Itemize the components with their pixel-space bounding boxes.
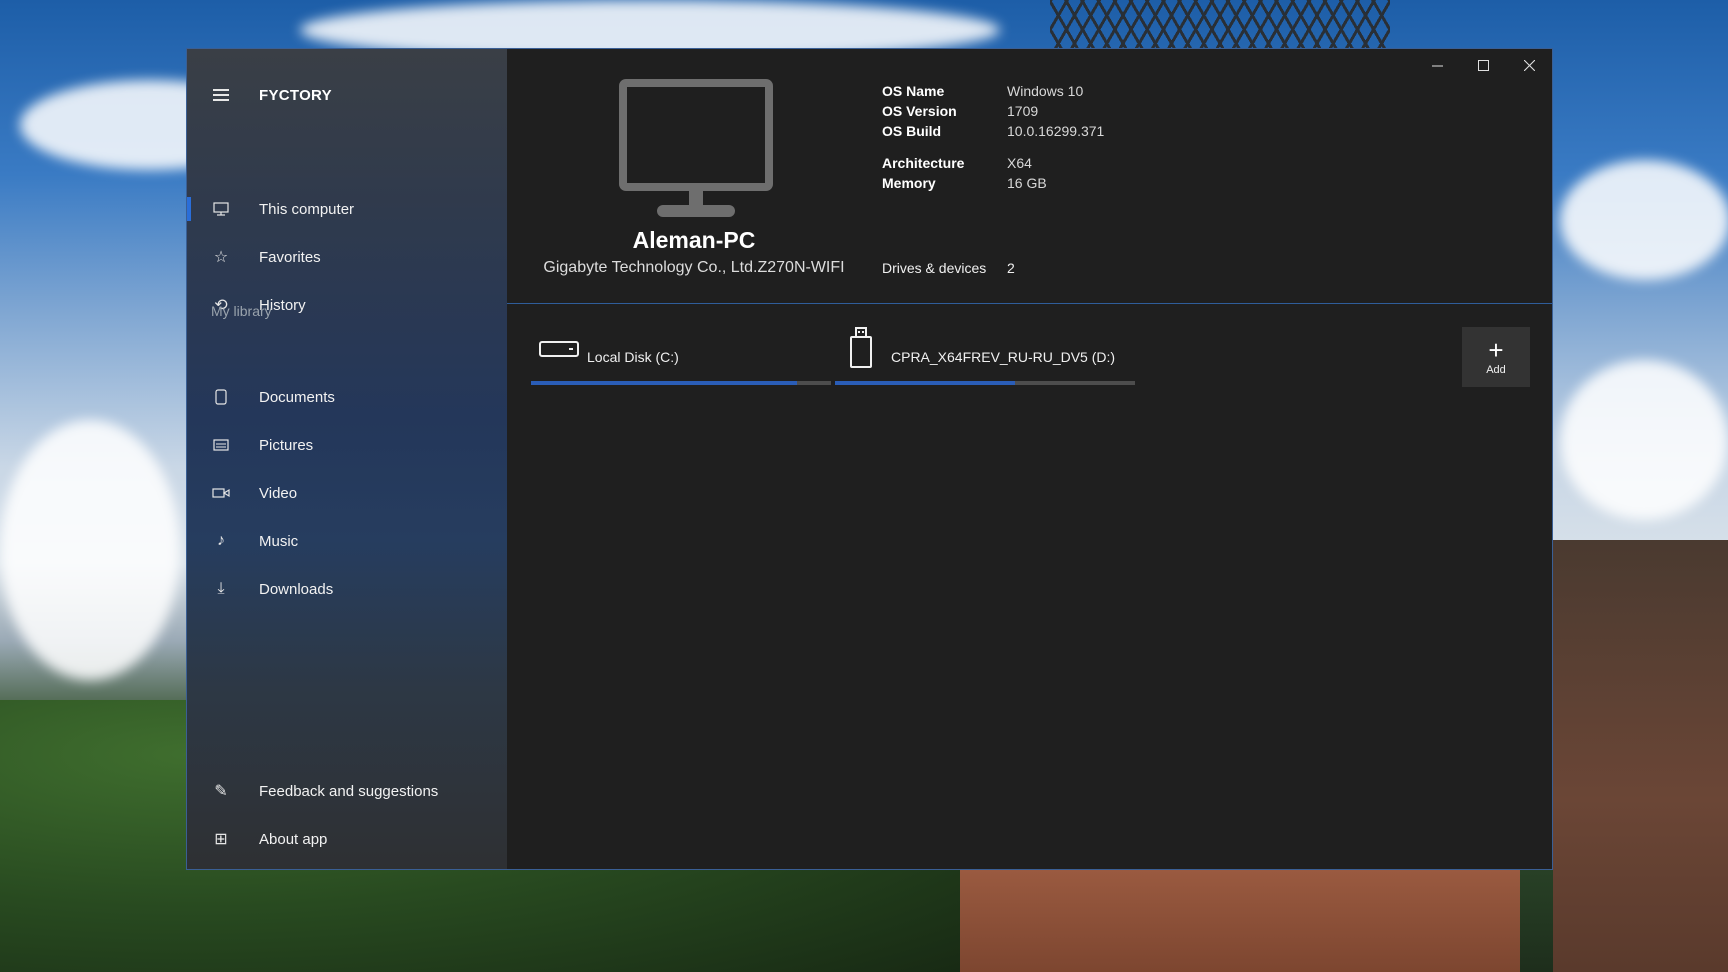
- sidebar-item-label: Video: [259, 484, 298, 502]
- os-name-value: Windows 10: [1007, 83, 1084, 99]
- sidebar-item-label: Music: [259, 532, 299, 550]
- architecture-label: Architecture: [882, 155, 965, 171]
- building: [960, 870, 1520, 972]
- os-build-value: 10.0.16299.371: [1007, 123, 1105, 139]
- sidebar-item-feedback[interactable]: ✎ Feedback and suggestions: [187, 769, 507, 813]
- app-title: FYCTORY: [259, 87, 332, 104]
- drive-usage-bar: [835, 381, 1135, 385]
- sidebar-item-this-computer[interactable]: This computer: [187, 187, 507, 231]
- sidebar-item-pictures[interactable]: Pictures: [187, 423, 507, 467]
- plus-icon: +: [1488, 335, 1504, 365]
- usb-drive-icon: [849, 327, 873, 374]
- close-button[interactable]: [1506, 49, 1552, 81]
- sidebar-item-favorites[interactable]: ☆ Favorites: [187, 235, 507, 279]
- sidebar-item-documents[interactable]: Documents: [187, 375, 507, 419]
- sidebar: FYCTORY This computer ☆ Favorites ⟲ Hist…: [187, 49, 507, 869]
- drives-devices-count: 2: [1007, 260, 1015, 276]
- drive-usage-fill: [835, 381, 1015, 385]
- monitor-icon: [211, 199, 231, 219]
- architecture-value: X64: [1007, 155, 1032, 171]
- drive-usage-bar: [531, 381, 831, 385]
- os-version-label: OS Version: [882, 103, 957, 119]
- drive-tile-d[interactable]: CPRA_X64FREV_RU-RU_DV5 (D:): [835, 327, 1135, 389]
- my-library-heading: My library: [211, 303, 272, 319]
- app-window: FYCTORY This computer ☆ Favorites ⟲ Hist…: [186, 48, 1553, 870]
- add-drive-button[interactable]: + Add: [1462, 327, 1530, 387]
- drive-label: Local Disk (C:): [587, 349, 679, 365]
- video-icon: [211, 483, 231, 503]
- tower-base: [1553, 540, 1728, 972]
- desktop-background: FYCTORY This computer ☆ Favorites ⟲ Hist…: [0, 0, 1728, 972]
- hard-drive-icon: [539, 339, 579, 364]
- computer-name: Aleman-PC: [632, 227, 756, 253]
- music-icon: ♪: [217, 532, 225, 549]
- maximize-button[interactable]: [1460, 49, 1506, 81]
- sidebar-item-label: About app: [259, 830, 328, 848]
- window-controls: [1414, 49, 1552, 81]
- divider: [507, 303, 1552, 304]
- main-content: Aleman-PC Gigabyte Technology Co., Ltd.Z…: [507, 49, 1552, 869]
- memory-value: 16 GB: [1007, 175, 1047, 191]
- sidebar-item-video[interactable]: Video: [187, 471, 507, 515]
- hamburger-icon[interactable]: [213, 89, 229, 101]
- download-icon: ⤓: [217, 580, 225, 597]
- sidebar-item-label: Favorites: [259, 248, 321, 266]
- sidebar-item-label: Pictures: [259, 436, 314, 454]
- cloud: [1560, 360, 1728, 520]
- cloud: [1560, 160, 1728, 280]
- drive-tile-c[interactable]: Local Disk (C:): [531, 327, 831, 389]
- sidebar-item-downloads[interactable]: ⤓ Downloads: [187, 567, 507, 611]
- memory-label: Memory: [882, 175, 936, 191]
- sidebar-item-label: Downloads: [259, 580, 334, 598]
- minimize-button[interactable]: [1414, 49, 1460, 81]
- os-version-value: 1709: [1007, 103, 1039, 119]
- os-name-label: OS Name: [882, 83, 945, 99]
- star-icon: ☆: [213, 249, 229, 266]
- pictures-icon: [211, 435, 231, 455]
- about-icon: ⊞: [214, 831, 228, 848]
- drive-label: CPRA_X64FREV_RU-RU_DV5 (D:): [891, 349, 1116, 365]
- sidebar-item-label: Feedback and suggestions: [259, 782, 439, 800]
- sidebar-item-label: Documents: [259, 388, 335, 406]
- sidebar-item-music[interactable]: ♪ Music: [187, 519, 507, 563]
- os-build-label: OS Build: [882, 123, 942, 139]
- add-label: Add: [1486, 364, 1506, 376]
- sidebar-item-label: This computer: [259, 200, 355, 218]
- computer-model: Gigabyte Technology Co., Ltd.Z270N-WIFI: [543, 259, 845, 276]
- drive-usage-fill: [531, 381, 797, 385]
- drives-devices-label: Drives & devices: [882, 260, 987, 276]
- sidebar-item-about[interactable]: ⊞ About app: [187, 817, 507, 861]
- computer-monitor-icon: [619, 79, 773, 224]
- cloud: [0, 420, 180, 680]
- document-icon: [211, 387, 231, 407]
- feedback-icon: ✎: [214, 783, 228, 800]
